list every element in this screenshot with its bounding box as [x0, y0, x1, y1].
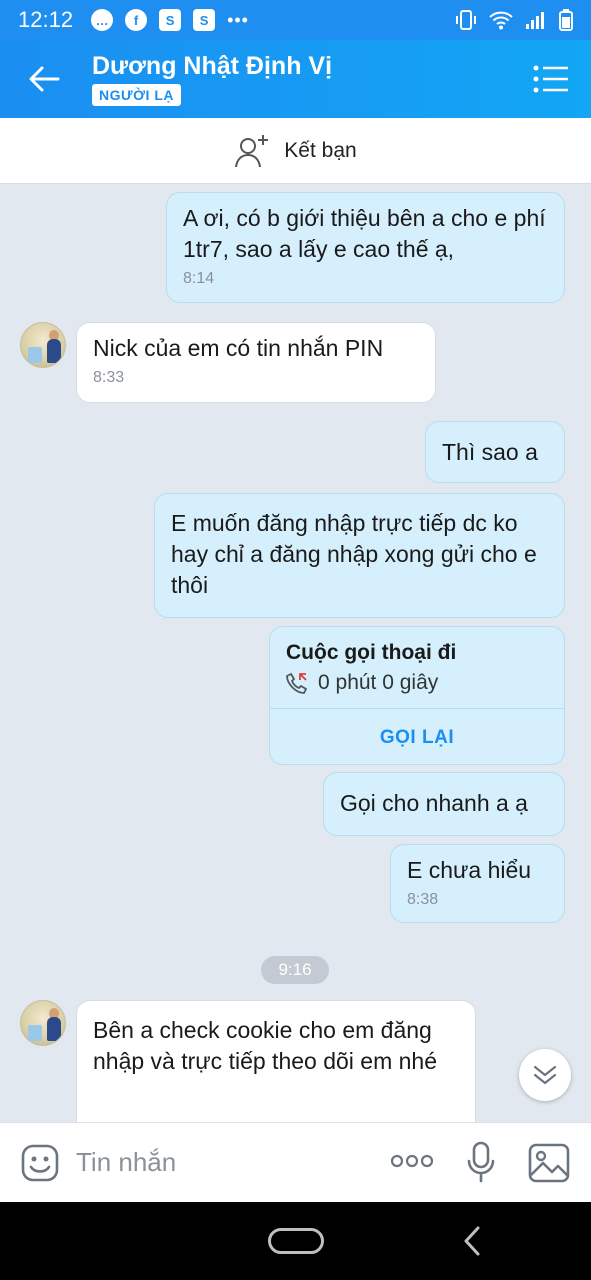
system-back-button[interactable] — [462, 1225, 482, 1262]
shopee-notification-icon-2: S — [193, 9, 216, 31]
call-duration: 0 phút 0 giây — [318, 671, 439, 694]
missed-call-icon — [286, 672, 308, 694]
back-chevron-icon — [464, 1226, 480, 1256]
scroll-to-bottom-button[interactable] — [519, 1049, 571, 1101]
status-time: 12:12 — [18, 7, 74, 32]
message-text: E chưa hiểu — [407, 857, 532, 883]
microphone-button[interactable] — [466, 1141, 496, 1188]
message-text: E muốn đăng nhập trực tiếp dc ko hay chỉ… — [171, 510, 537, 598]
add-friend-label: Kết bạn — [284, 138, 357, 162]
vibrate-icon — [455, 9, 477, 31]
messenger-notification-icon: … — [91, 9, 114, 31]
call-duration-row: 0 phút 0 giây — [286, 671, 438, 695]
message-text: Bên a check cookie cho em đăng nhập và t… — [93, 1017, 438, 1074]
more-button[interactable] — [390, 1153, 434, 1174]
avatar[interactable] — [20, 322, 66, 368]
add-friend-icon — [235, 134, 269, 167]
message-text: Nick của em có tin nhắn PIN — [93, 335, 384, 361]
message-bubble-outgoing[interactable]: E chưa hiểu 8:38 — [390, 844, 565, 923]
emoji-icon — [21, 1144, 59, 1182]
menu-icon — [533, 65, 568, 93]
contact-name[interactable]: Dương Nhật Định Vị — [92, 52, 332, 81]
message-bubble-outgoing[interactable]: E muốn đăng nhập trực tiếp dc ko hay chỉ… — [154, 493, 565, 618]
signal-icon — [525, 10, 547, 30]
message-input[interactable]: Tin nhắn — [76, 1147, 176, 1178]
home-button[interactable] — [268, 1228, 324, 1254]
input-bar: Tin nhắn — [0, 1122, 591, 1202]
message-bubble-outgoing[interactable]: Thì sao a — [425, 421, 565, 483]
microphone-icon — [467, 1141, 495, 1183]
message-bubble-outgoing[interactable]: Gọi cho nhanh a ạ — [323, 772, 565, 836]
shopee-notification-icon: S — [159, 9, 182, 31]
message-time: 8:33 — [93, 369, 125, 386]
message-text: Thì sao a — [442, 439, 538, 465]
back-button[interactable] — [24, 62, 64, 96]
emoji-button[interactable] — [20, 1143, 60, 1188]
call-back-button[interactable]: GỌI LẠI — [270, 709, 564, 764]
image-button[interactable] — [528, 1143, 570, 1188]
stranger-badge: NGƯỜI LẠ — [92, 84, 181, 106]
menu-button[interactable] — [533, 64, 569, 94]
wifi-icon — [489, 10, 513, 30]
system-nav-bar — [0, 1202, 591, 1280]
more-dots-icon — [390, 1154, 434, 1168]
call-title: Cuộc gọi thoại đi — [286, 641, 457, 664]
message-time: 8:14 — [183, 270, 215, 287]
chat-header: Dương Nhật Định Vị NGƯỜI LẠ — [0, 40, 591, 118]
add-friend-button[interactable]: Kết bạn — [0, 118, 591, 184]
image-icon — [528, 1143, 570, 1183]
message-text: A ơi, có b giới thiệu bên a cho e phí 1t… — [183, 205, 546, 262]
more-notifications-icon: ••• — [227, 9, 249, 30]
back-arrow-icon — [29, 66, 60, 92]
battery-icon — [559, 9, 573, 31]
message-time: 8:38 — [407, 891, 439, 908]
avatar[interactable] — [20, 1000, 66, 1046]
chevron-down-icon — [533, 1065, 557, 1085]
time-separator: 9:16 — [261, 956, 329, 984]
message-bubble-incoming[interactable]: Nick của em có tin nhắn PIN 8:33 — [76, 322, 436, 403]
chat-area[interactable]: A ơi, có b giới thiệu bên a cho e phí 1t… — [0, 184, 591, 1122]
facebook-notification-icon: f — [125, 9, 148, 31]
message-bubble-incoming[interactable]: Bên a check cookie cho em đăng nhập và t… — [76, 1000, 476, 1122]
message-text: Gọi cho nhanh a ạ — [340, 790, 528, 816]
message-bubble-outgoing[interactable]: A ơi, có b giới thiệu bên a cho e phí 1t… — [166, 192, 565, 303]
call-card: Cuộc gọi thoại đi 0 phút 0 giây GỌI LẠI — [269, 626, 565, 765]
status-bar: 12:12 … f S S ••• — [0, 0, 591, 40]
